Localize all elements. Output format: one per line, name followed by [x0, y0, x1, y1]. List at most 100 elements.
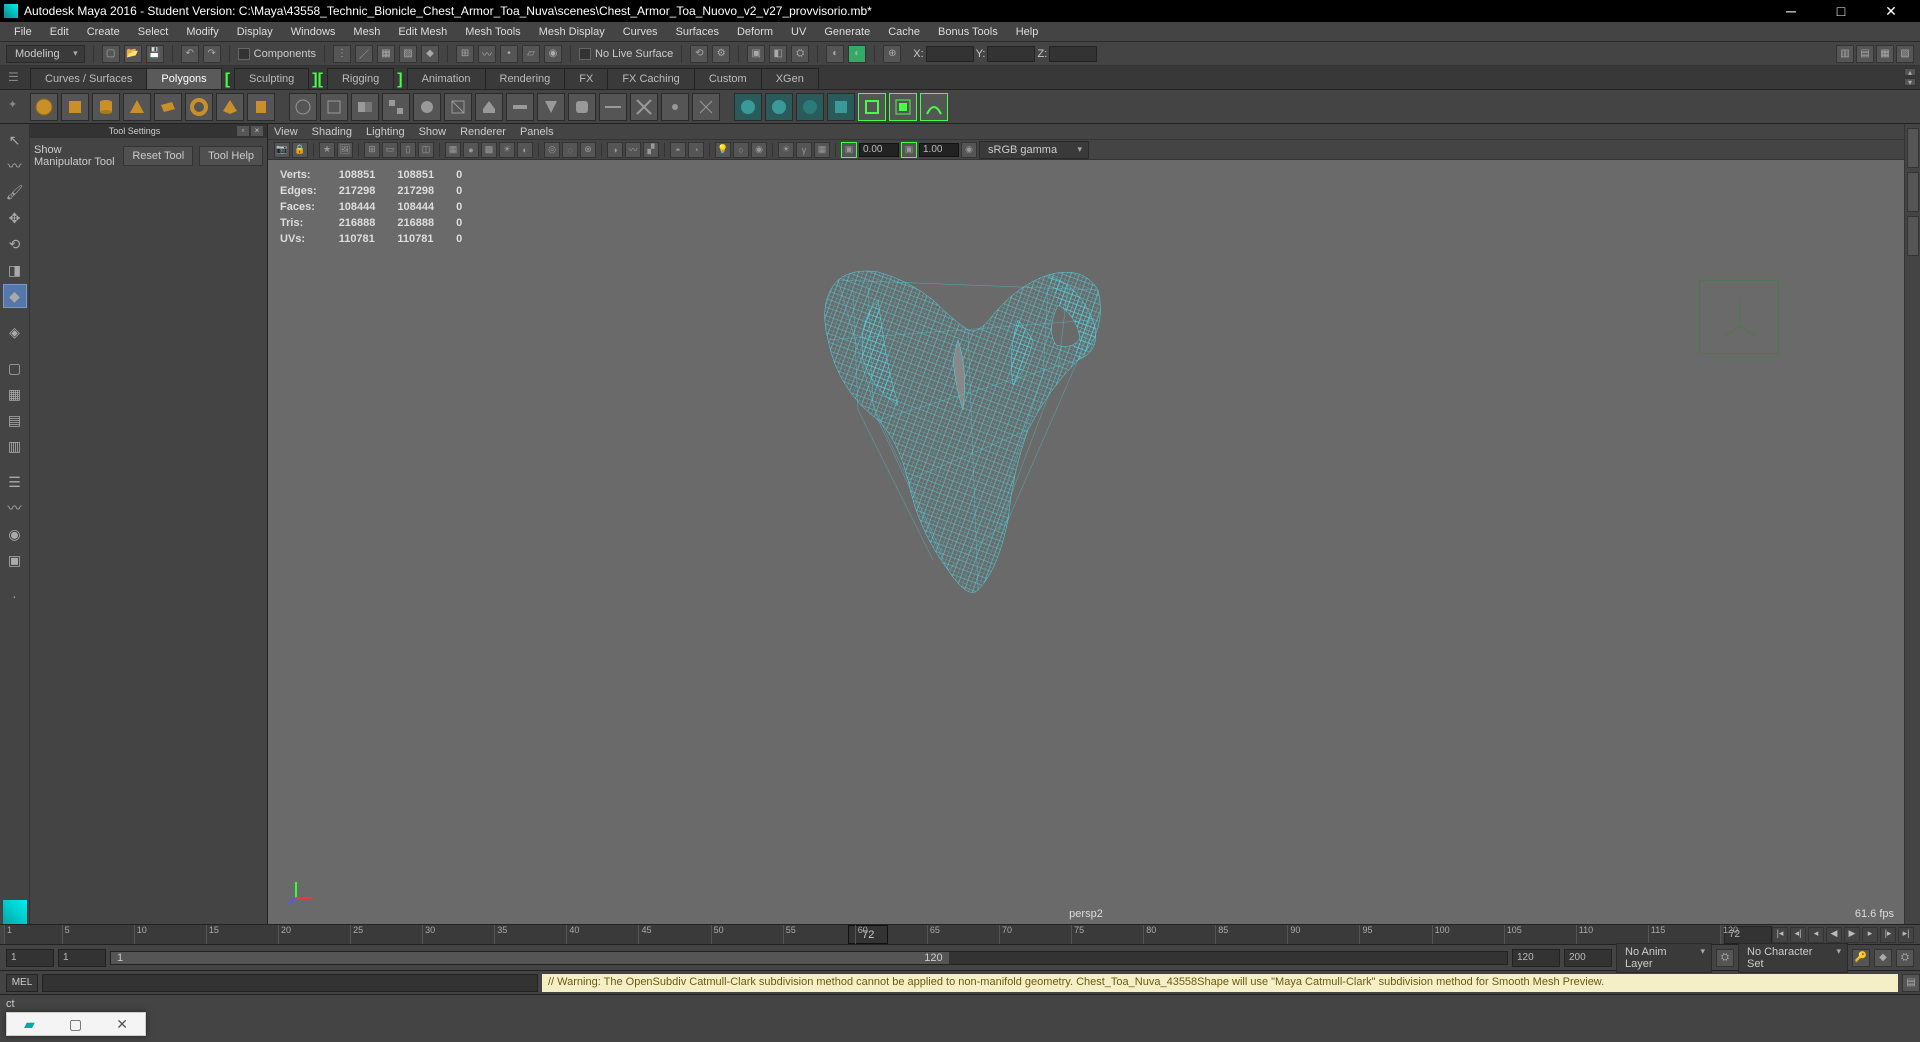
vp-gamma-toggle-icon[interactable]: ▣	[901, 142, 917, 158]
vp-lock-camera-icon[interactable]: 🔒	[292, 142, 308, 158]
time-slider[interactable]: 72 1510152025303540455055606570758085909…	[0, 924, 1920, 944]
range-slider-handle[interactable]: 1 120	[111, 952, 949, 964]
combine-icon[interactable]	[351, 93, 379, 121]
menu-windows[interactable]: Windows	[283, 24, 344, 40]
anim-prefs-icon[interactable]: ⛭	[1896, 949, 1914, 967]
step-forward-icon[interactable]: ▸	[1862, 927, 1878, 943]
menu-uv[interactable]: UV	[783, 24, 814, 40]
layout-four-icon[interactable]: ▦	[3, 382, 27, 406]
vp-menu-renderer[interactable]: Renderer	[460, 126, 506, 138]
shelf-tab-rendering[interactable]: Rendering	[485, 68, 566, 89]
vp-smooth-shade-icon[interactable]: ●	[463, 142, 479, 158]
vp-use-lights-icon[interactable]: ☀	[499, 142, 515, 158]
symmetry-toggle-icon[interactable]: ◐	[848, 45, 866, 63]
layout-two-v-icon[interactable]: ▥	[3, 434, 27, 458]
extrude-icon[interactable]	[475, 93, 503, 121]
render-view-icon[interactable]: ▣	[3, 548, 27, 572]
graph-editor-icon[interactable]: 〰	[3, 496, 27, 520]
panel-undock-icon[interactable]: ▫	[237, 126, 249, 136]
modeling-toolkit-toggle-icon[interactable]	[1907, 216, 1919, 256]
vp-film-gate-icon[interactable]: ▭	[382, 142, 398, 158]
svg-icon[interactable]	[320, 93, 348, 121]
vp-gate-mask-icon[interactable]: ◫	[418, 142, 434, 158]
auto-key-icon[interactable]: 🔑	[1852, 949, 1870, 967]
range-end-outer[interactable]	[1564, 949, 1612, 967]
panel-toggle-c-icon[interactable]: ▦	[1876, 45, 1894, 63]
shelf-tab-rigging[interactable]: Rigging	[327, 68, 394, 89]
go-to-end-icon[interactable]: ▸|	[1898, 927, 1914, 943]
panel-toggle-d-icon[interactable]: ▧	[1896, 45, 1914, 63]
multi-cut-icon[interactable]	[630, 93, 658, 121]
play-forward-icon[interactable]: ▶	[1844, 927, 1860, 943]
vp-motion-blur-icon[interactable]: 〰	[625, 142, 641, 158]
vp-gamma-icon[interactable]: γ	[796, 142, 812, 158]
close-button[interactable]: ✕	[1876, 3, 1906, 20]
channel-box-toggle-icon[interactable]	[1907, 128, 1919, 168]
poly-sphere-icon[interactable]	[30, 93, 58, 121]
anim-layer-dropdown[interactable]: No Anim Layer	[1616, 943, 1712, 973]
menu-surfaces[interactable]: Surfaces	[668, 24, 727, 40]
target-weld-icon[interactable]	[661, 93, 689, 121]
hypershade-icon[interactable]: ◉	[3, 522, 27, 546]
symmetry-icon[interactable]: ◐	[826, 45, 844, 63]
x-input[interactable]	[926, 46, 974, 62]
menu-display[interactable]: Display	[229, 24, 281, 40]
maya-home-icon[interactable]	[3, 900, 27, 924]
vp-menu-shading[interactable]: Shading	[312, 126, 352, 138]
select-multi-icon[interactable]: ◆	[421, 45, 439, 63]
soft-select-icon[interactable]: ◈	[3, 320, 27, 344]
vp-isolate-icon[interactable]: ◎	[544, 142, 560, 158]
z-input[interactable]	[1049, 46, 1097, 62]
menu-select[interactable]: Select	[130, 24, 177, 40]
vp-lights-icon[interactable]: 💡	[715, 142, 731, 158]
mel-toggle-button[interactable]: MEL	[6, 974, 38, 992]
snap-live-icon[interactable]: ◉	[544, 45, 562, 63]
open-scene-icon[interactable]: 📂	[124, 45, 142, 63]
select-uv-icon[interactable]: ▨	[399, 45, 417, 63]
shelf-scroll-down-icon[interactable]: ▾	[1904, 78, 1916, 86]
last-tool-icon[interactable]: ◆	[3, 284, 27, 308]
vp-exposure-toggle-icon[interactable]: ▣	[841, 142, 857, 158]
viewport[interactable]: Verts:1088511088510Edges:2172982172980Fa…	[268, 160, 1904, 924]
shelf-tab-fx[interactable]: FX	[564, 68, 608, 89]
range-end-inner[interactable]	[1512, 949, 1560, 967]
shelf-tab-animation[interactable]: Animation	[407, 68, 486, 89]
anim-layer-settings-icon[interactable]: ⛭	[1716, 949, 1734, 967]
menu-help[interactable]: Help	[1008, 24, 1047, 40]
sculpt-grab-icon[interactable]	[827, 93, 855, 121]
vp-xray-icon[interactable]: ◌	[562, 142, 578, 158]
workspace-mode-dropdown[interactable]: Modeling	[6, 45, 85, 63]
select-vertex-icon[interactable]: ⋮	[333, 45, 351, 63]
rotate-tool-icon[interactable]: ⟲	[3, 232, 27, 256]
vp-xray-joints-icon[interactable]: ⊗	[580, 142, 596, 158]
vp-color-mgmt-icon[interactable]: ◉	[961, 142, 977, 158]
go-to-start-icon[interactable]: |◂	[1772, 927, 1788, 943]
vp-menu-show[interactable]: Show	[419, 126, 447, 138]
y-input[interactable]	[987, 46, 1035, 62]
minimize-button[interactable]: ─	[1776, 3, 1806, 20]
snap-point-icon[interactable]: •	[500, 45, 518, 63]
range-start-outer[interactable]	[6, 949, 54, 967]
append-icon[interactable]	[537, 93, 565, 121]
snap-curve-icon[interactable]: 〰	[478, 45, 496, 63]
vp-grid-icon[interactable]: ⊞	[364, 142, 380, 158]
no-live-surface[interactable]: No Live Surface	[579, 48, 673, 60]
sculpt-smooth-icon[interactable]	[765, 93, 793, 121]
vp-exposure-input[interactable]	[859, 143, 899, 157]
menu-edit[interactable]: Edit	[42, 24, 77, 40]
vp-shadows-icon[interactable]: ◐	[517, 142, 533, 158]
poly-plane-icon[interactable]	[154, 93, 182, 121]
time-ruler[interactable]: 72 1510152025303540455055606570758085909…	[4, 925, 1720, 944]
menu-mesh[interactable]: Mesh	[345, 24, 388, 40]
character-set-dropdown[interactable]: No Character Set	[1738, 943, 1848, 973]
menu-create[interactable]: Create	[79, 24, 128, 40]
layout-two-h-icon[interactable]: ▤	[3, 408, 27, 432]
script-editor-icon[interactable]: ▤	[1902, 974, 1920, 992]
tool-help-button[interactable]: Tool Help	[199, 146, 263, 166]
command-input[interactable]	[42, 974, 538, 992]
range-start-inner[interactable]	[58, 949, 106, 967]
vp-resolution-gate-icon[interactable]: ▯	[400, 142, 416, 158]
vp-flat-icon[interactable]: ○	[733, 142, 749, 158]
taskbar-close-icon[interactable]: ✕	[116, 1016, 128, 1033]
insert-edge-icon[interactable]	[599, 93, 627, 121]
